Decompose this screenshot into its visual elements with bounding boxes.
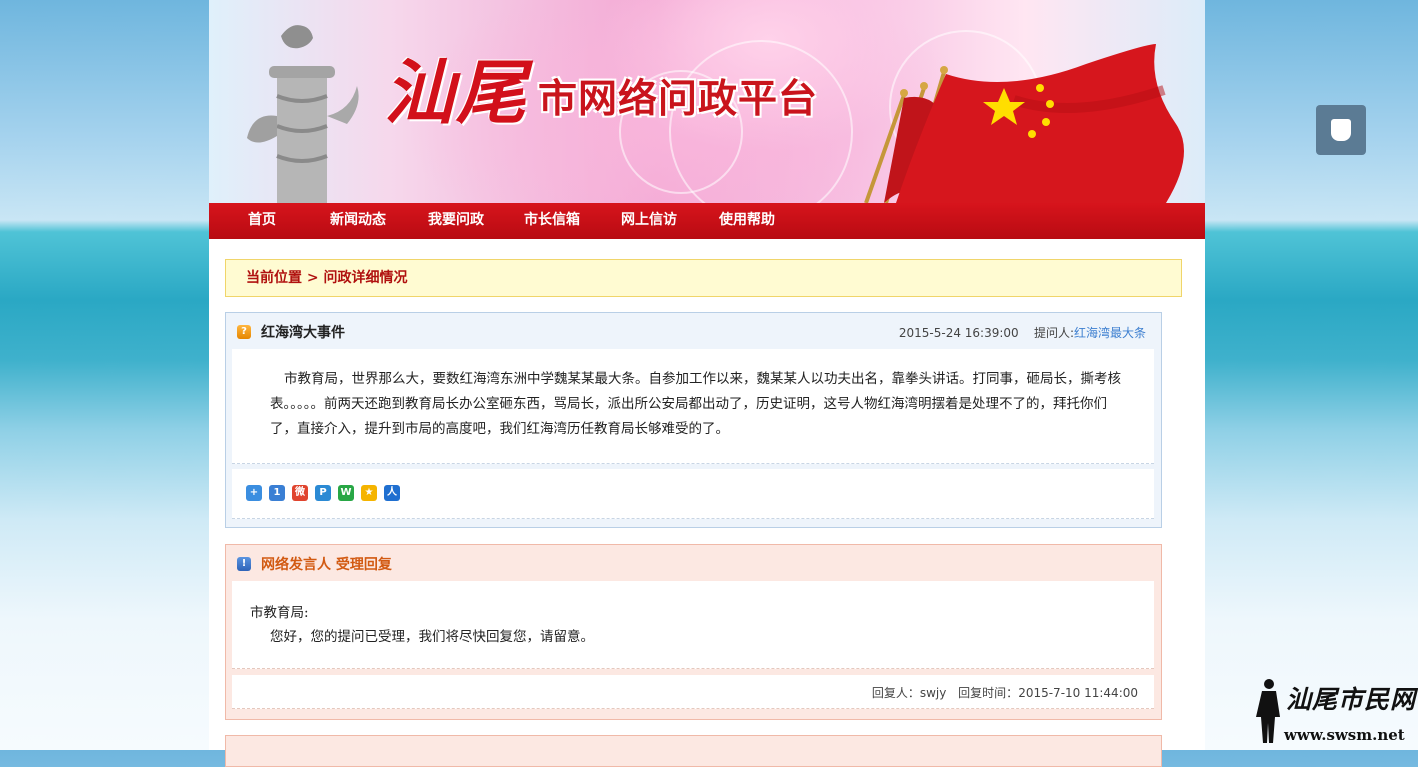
reply-time: 2015-7-10 11:44:00 [1018, 686, 1138, 700]
share-1-icon[interactable]: 1 [269, 485, 285, 501]
breadcrumb-text: 当前位置 > 问政详细情况 [246, 270, 408, 286]
breadcrumb: 当前位置 > 问政详细情况 [225, 259, 1182, 297]
huabiao-pillar-image [247, 25, 359, 203]
wechat-icon[interactable]: W [338, 485, 354, 501]
site-title: 汕尾 市网络问政平台 [384, 58, 818, 128]
question-title: 红海湾大事件 [261, 325, 345, 341]
reply-body: 市教育局: 您好，您的提问已受理，我们将尽快回复您，请留意。 [232, 581, 1154, 669]
reply-header: ! 网络发言人 受理回复 [226, 545, 1161, 581]
nav-mayor-mailbox[interactable]: 市长信箱 [524, 203, 580, 239]
question-mark-icon: ? [237, 325, 251, 339]
question-text: 市教育局，世界那么大，要数红海湾东洲中学魏某某最大条。自参加工作以来，魏某某人以… [270, 371, 1121, 437]
nav-ask[interactable]: 我要问政 [428, 203, 484, 239]
share-toolbar: + 1 微 P W ★ 人 [232, 469, 1154, 519]
header-banner: 汕尾 市网络问政平台 [209, 0, 1205, 203]
reply-meta: 回复人：swjy 回复时间：2015-7-10 11:44:00 [864, 684, 1138, 701]
next-panel-partial [225, 735, 1162, 767]
replier-label: 回复人： [871, 686, 920, 700]
share-more-icon[interactable]: + [246, 485, 262, 501]
qzone-icon[interactable]: ★ [361, 485, 377, 501]
renren-icon[interactable]: 人 [384, 485, 400, 501]
reply-recipient: 市教育局: [250, 605, 309, 621]
question-meta: 2015-5-24 16:39:00 提问人:红海湾最大条 [899, 324, 1146, 341]
main-content: 当前位置 > 问政详细情况 ? 红海湾大事件 2015-5-24 16:39:0… [209, 239, 1205, 767]
reply-text: 您好，您的提问已受理，我们将尽快回复您，请留意。 [270, 629, 594, 645]
nav-news[interactable]: 新闻动态 [330, 203, 386, 239]
info-icon: ! [237, 557, 251, 571]
question-panel: ? 红海湾大事件 2015-5-24 16:39:00 提问人:红海湾最大条 市… [225, 312, 1162, 528]
reply-footer: 回复人：swjy 回复时间：2015-7-10 11:44:00 [232, 675, 1154, 709]
site-title-calligraphy: 汕尾 [384, 51, 528, 134]
question-body: 市教育局，世界那么大，要数红海湾东洲中学魏某某最大条。自参加工作以来，魏某某人以… [232, 349, 1154, 464]
question-header: ? 红海湾大事件 2015-5-24 16:39:00 提问人:红海湾最大条 [226, 313, 1161, 349]
question-datetime: 2015-5-24 16:39:00 [898, 326, 1019, 340]
asker-label: 提问人: [1033, 326, 1074, 340]
watermark-url: www.swsm.net [1284, 726, 1405, 744]
watermark-logo: 汕尾市民网 www.swsm.net [1252, 678, 1418, 750]
replier-name: swjy [919, 686, 947, 700]
nav-help[interactable]: 使用帮助 [719, 203, 775, 239]
nav-home[interactable]: 首页 [248, 203, 276, 239]
nav-online-petition[interactable]: 网上信访 [621, 203, 677, 239]
asker-link[interactable]: 红海湾最大条 [1074, 326, 1146, 340]
reply-panel: ! 网络发言人 受理回复 市教育局: 您好，您的提问已受理，我们将尽快回复您，请… [225, 544, 1162, 720]
person-silhouette-icon [1256, 679, 1280, 743]
main-nav: 首页 新闻动态 我要问政 市长信箱 网上信访 使用帮助 [209, 203, 1205, 241]
side-float-button[interactable] [1316, 105, 1366, 155]
site-title-main: 市网络问政平台 [538, 76, 819, 122]
watermark-calligraphy: 汕尾市民网 [1286, 685, 1417, 714]
plug-icon [1331, 119, 1351, 141]
weibo-icon[interactable]: 微 [292, 485, 308, 501]
reply-time-label: 回复时间： [958, 686, 1019, 700]
reply-title: 网络发言人 受理回复 [261, 557, 392, 573]
pengyou-icon[interactable]: P [315, 485, 331, 501]
national-flag-image [864, 44, 1184, 203]
